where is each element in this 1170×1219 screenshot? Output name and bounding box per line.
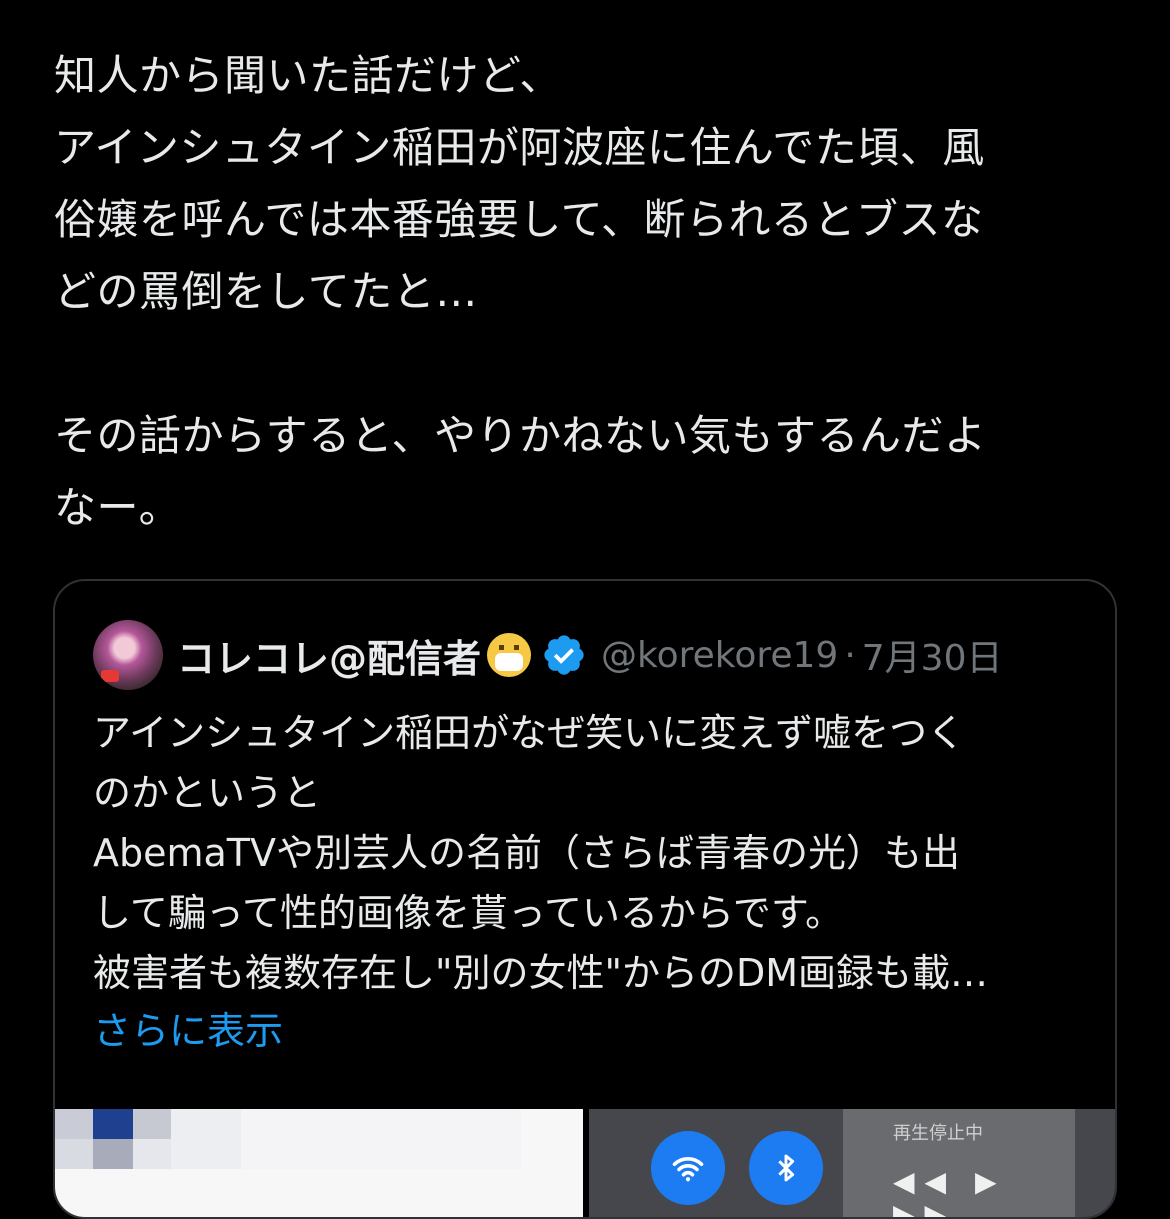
post-line: その話からすると、やりかねない気もするんだよ	[54, 411, 987, 460]
quoted-post-line: 被害者も複数存在し"別の女性"からのDM画録も載…	[93, 951, 989, 995]
show-more-link[interactable]: さらに表示	[93, 1001, 283, 1061]
pixelated-block	[55, 1139, 93, 1169]
media-image-right[interactable]: 再生停止中 ◀◀ ▶ ▶▶	[589, 1109, 1115, 1219]
mask-face-emoji-icon	[487, 633, 532, 677]
quoted-post-body: アインシュタイン稲田がなぜ笑いに変えず嘘をつく のかというと AbemaTVや別…	[93, 703, 1083, 1003]
post-timestamp[interactable]: 7月30日	[862, 629, 1003, 681]
quoted-post-header: コレコレ@配信者 @korekore19 · 7月30日	[93, 619, 1083, 691]
pixelated-block	[171, 1109, 241, 1169]
display-name[interactable]: コレコレ@配信者	[177, 628, 481, 683]
pixelated-block	[133, 1139, 171, 1169]
wifi-icon	[672, 1157, 704, 1182]
post-line-blank	[54, 328, 1134, 400]
post-text: 知人から聞いた話だけど、 アインシュタイン稲田が阿波座に住んでた頃、風 俗嬢を呼…	[54, 40, 1134, 544]
media-image-left[interactable]	[55, 1109, 583, 1217]
wifi-toggle-icon	[651, 1131, 725, 1205]
user-handle[interactable]: @korekore19	[601, 635, 838, 676]
post-line: 知人から聞いた話だけど、	[54, 51, 562, 100]
pixelated-block	[55, 1109, 93, 1139]
quoted-post-line: のかというと	[93, 771, 322, 815]
post-line: なー。	[54, 483, 182, 532]
quoted-post-line: アインシュタイン稲田がなぜ笑いに変えず嘘をつく	[93, 711, 966, 755]
post-line: どの罵倒をしてたと…	[54, 267, 478, 316]
pixelated-block	[241, 1109, 521, 1169]
media-player-panel: 再生停止中 ◀◀ ▶ ▶▶	[843, 1109, 1075, 1219]
separator-dot: ·	[844, 634, 856, 676]
quoted-post-card[interactable]: コレコレ@配信者 @korekore19 · 7月30日 アインシュタイン稲田が…	[53, 579, 1117, 1219]
avatar[interactable]	[93, 620, 163, 690]
bluetooth-toggle-icon	[749, 1131, 823, 1205]
media-status-label: 再生停止中	[893, 1123, 983, 1144]
media-controls-icon: ◀◀ ▶ ▶▶	[893, 1165, 1007, 1219]
quoted-post-line: AbemaTVや別芸人の名前（さらば青春の光）も出	[93, 831, 961, 875]
quoted-post-line: して騙って性的画像を貰っているからです。	[93, 891, 844, 935]
post-line: アインシュタイン稲田が阿波座に住んでた頃、風	[54, 123, 985, 172]
post-line: 俗嬢を呼んでは本番強要して、断られるとブスな	[54, 195, 984, 244]
pixelated-block	[93, 1139, 133, 1169]
pixelated-block	[93, 1109, 133, 1139]
bluetooth-icon	[778, 1154, 795, 1182]
pixelated-block	[133, 1109, 171, 1139]
verified-badge-icon	[544, 635, 584, 675]
